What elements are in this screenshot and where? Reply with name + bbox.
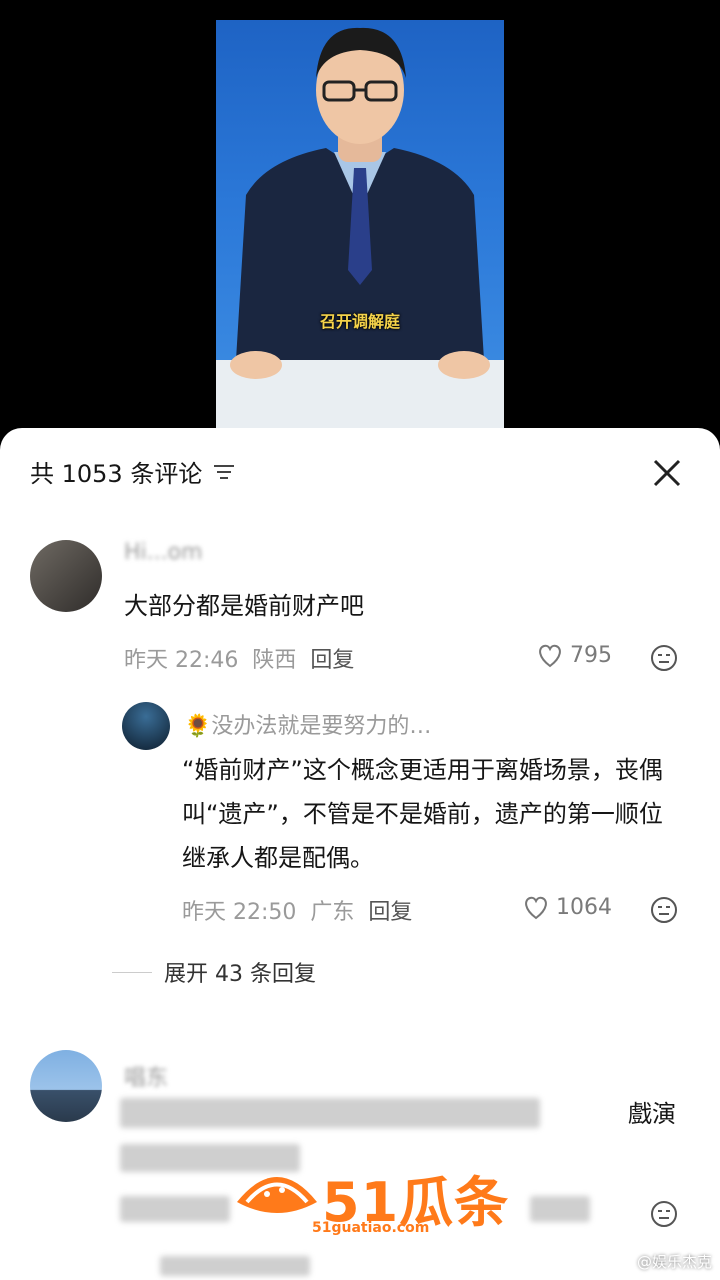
video-frame: 召开调解庭 bbox=[216, 20, 504, 428]
comment-text: 戲演 bbox=[628, 1100, 676, 1128]
heart-icon bbox=[539, 644, 561, 668]
comment-time: 昨天 22:50 bbox=[182, 900, 297, 925]
avatar[interactable] bbox=[122, 702, 170, 750]
comment-count: 共 1053 条评论 bbox=[30, 460, 203, 488]
watermark-logo-icon bbox=[237, 1177, 317, 1213]
close-icon[interactable] bbox=[652, 458, 682, 488]
comment-username[interactable]: 唱东 bbox=[124, 1060, 168, 1092]
blurred-text bbox=[120, 1196, 230, 1222]
comment-username[interactable]: 🌻没办法就是要努力的… bbox=[184, 708, 431, 740]
avatar[interactable] bbox=[30, 540, 102, 612]
heart-icon bbox=[525, 896, 547, 920]
comment-text: “婚前财产”这个概念更适用于离婚场景，丧偶叫“遗产”，不管是不是婚前，遗产的第一… bbox=[182, 756, 663, 872]
comment-time: 昨天 22:46 bbox=[124, 648, 239, 673]
divider bbox=[112, 971, 152, 973]
reply-button[interactable]: 回复 bbox=[368, 894, 412, 926]
reply-button[interactable]: 回复 bbox=[310, 642, 354, 674]
comments-header: 共 1053 条评论 bbox=[30, 454, 236, 489]
like-button[interactable]: 1064 bbox=[522, 894, 612, 920]
comment-meta: 昨天 22:50 广东 回复 bbox=[182, 894, 412, 926]
watermark-url: 51guatiao.com bbox=[312, 1220, 430, 1236]
sort-icon[interactable] bbox=[212, 462, 236, 482]
blurred-text bbox=[530, 1196, 590, 1222]
avatar[interactable] bbox=[30, 1050, 102, 1122]
presenter-image bbox=[216, 27, 504, 428]
expand-replies-label: 展开 43 条回复 bbox=[164, 962, 316, 987]
comment-text: 大部分都是婚前财产吧 bbox=[124, 592, 364, 620]
blurred-text bbox=[120, 1098, 540, 1128]
comments-panel: 共 1053 条评论 Hi...om 大部分都是婚前财产吧 昨天 22:46 陕… bbox=[0, 428, 720, 1280]
source-credit: @娱乐杰克 bbox=[636, 1253, 712, 1271]
emoji-reaction-icon[interactable] bbox=[650, 1200, 678, 1228]
video-caption: 召开调解庭 bbox=[319, 312, 400, 331]
like-count: 795 bbox=[570, 642, 612, 668]
video-player[interactable]: 召开调解庭 bbox=[0, 0, 720, 440]
comment-username[interactable]: Hi...om bbox=[124, 540, 203, 565]
comment-location: 陕西 bbox=[252, 648, 297, 673]
comment-meta: 昨天 22:46 陕西 回复 bbox=[124, 642, 354, 674]
like-count: 1064 bbox=[556, 894, 612, 920]
emoji-reaction-icon[interactable] bbox=[650, 896, 678, 924]
expand-replies-button[interactable]: 展开 43 条回复 bbox=[112, 956, 316, 988]
emoji-reaction-icon[interactable] bbox=[650, 644, 678, 672]
blurred-text bbox=[160, 1256, 310, 1276]
like-button[interactable]: 795 bbox=[536, 642, 612, 668]
comment-location: 广东 bbox=[310, 900, 355, 925]
